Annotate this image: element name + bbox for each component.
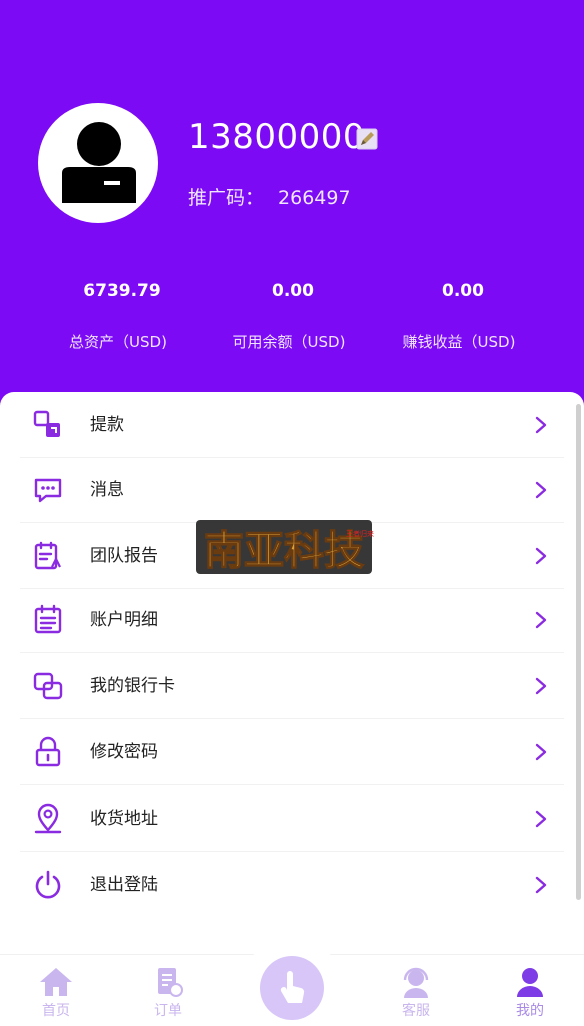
lock-icon (35, 736, 61, 767)
menu-item-label: 账户明细 (90, 610, 158, 630)
menu-item-label: 我的银行卡 (90, 676, 175, 696)
withdraw-icon (33, 410, 60, 437)
chevron-right-icon (535, 611, 547, 629)
tab-label: 首页 (42, 1003, 70, 1019)
menu-item-bank-card[interactable]: 我的银行卡 (20, 654, 564, 719)
chevron-right-icon (535, 481, 547, 499)
total-assets-value: 6739.79 (83, 281, 161, 301)
menu-item-label: 团队报告 (90, 546, 158, 566)
chevron-right-icon (535, 416, 547, 434)
tab-label: 我的 (516, 1003, 544, 1019)
tab-orders[interactable]: 订单 (128, 961, 208, 1025)
earnings-label: 赚钱收益（USD) (402, 333, 516, 351)
referral-code: 推广码： 266497 (188, 184, 351, 212)
chevron-right-icon (535, 677, 547, 695)
chevron-right-icon (535, 743, 547, 761)
edit-icon[interactable] (356, 128, 378, 150)
watermark-logo: 南亚科技 王者归来 (196, 520, 374, 575)
tab-label: 订单 (154, 1003, 182, 1019)
chevron-right-icon (535, 547, 547, 565)
center-action-button[interactable] (260, 956, 324, 1020)
location-icon (34, 803, 62, 834)
home-icon (40, 968, 72, 996)
power-icon (35, 870, 61, 899)
tab-label: 客服 (402, 1003, 430, 1019)
referral-code-value: 266497 (278, 187, 351, 209)
tab-profile[interactable]: 我的 (490, 961, 570, 1025)
svg-text:南亚科技: 南亚科技 (204, 527, 364, 574)
tap-hand-icon (280, 971, 305, 1003)
menu-card: 提款 消息 团队报告 账户明细 我的银行卡 修改密码 收货地址 退出登陆 (0, 392, 584, 952)
chevron-right-icon (535, 810, 547, 828)
referral-label: 推广码： (188, 187, 265, 209)
tab-customer-service[interactable]: 客服 (376, 961, 456, 1025)
earnings-value: 0.00 (442, 281, 484, 301)
menu-item-account-details[interactable]: 账户明细 (20, 588, 564, 653)
menu-item-label: 提款 (90, 415, 124, 435)
tab-home[interactable]: 首页 (16, 961, 96, 1025)
bank-card-icon (33, 672, 63, 700)
menu-item-change-password[interactable]: 修改密码 (20, 720, 564, 785)
order-icon (158, 968, 183, 997)
account-details-icon (34, 604, 62, 634)
menu-item-shipping-address[interactable]: 收货地址 (20, 787, 564, 852)
menu-item-label: 消息 (90, 480, 124, 500)
phone-number: 13800000 (188, 117, 366, 157)
team-report-icon (34, 541, 61, 570)
menu-item-label: 收货地址 (90, 809, 158, 829)
menu-item-logout[interactable]: 退出登陆 (20, 853, 564, 917)
svg-text:王者归来: 王者归来 (346, 529, 374, 538)
menu-item-label: 修改密码 (90, 742, 158, 762)
user-silhouette-icon (62, 122, 136, 203)
menu-item-label: 退出登陆 (90, 875, 158, 895)
menu-item-withdraw[interactable]: 提款 (20, 393, 564, 458)
profile-icon (517, 968, 543, 997)
available-balance-value: 0.00 (272, 281, 314, 301)
avatar[interactable] (38, 103, 158, 223)
profile-header: 13800000 推广码： 266497 6739.79 0.00 0.00 总资… (0, 0, 584, 420)
customer-service-icon (403, 967, 429, 998)
total-assets-label: 总资产（USD) (69, 333, 167, 351)
chevron-right-icon (535, 876, 547, 894)
scrollbar[interactable] (576, 404, 581, 900)
message-icon (34, 478, 62, 503)
